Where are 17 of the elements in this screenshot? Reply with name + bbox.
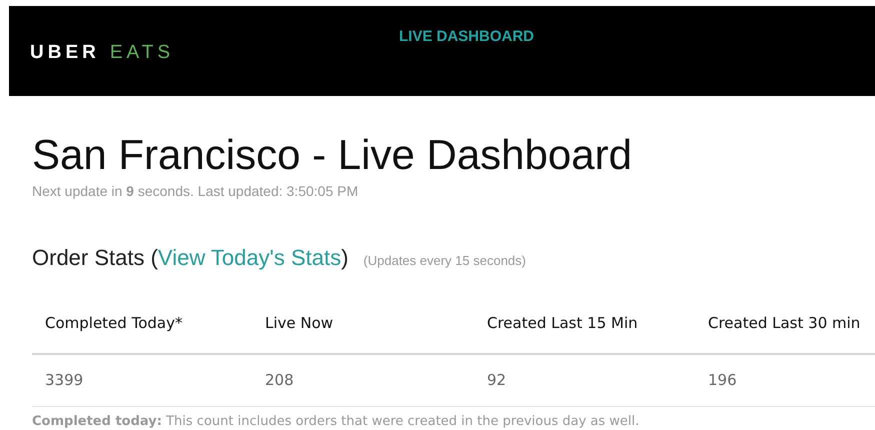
logo-text: UBER — [30, 41, 100, 65]
table-cell: 92 — [474, 354, 695, 406]
section-title: ) — [341, 244, 348, 272]
table-cell: 208 — [252, 354, 474, 406]
update-note: (Updates every 15 seconds) — [363, 252, 526, 270]
column-header: Live Now — [252, 296, 474, 354]
table-cell: 196 — [695, 354, 875, 406]
section-title: Order Stats ( — [32, 244, 158, 272]
column-header: Completed Today* — [32, 296, 252, 354]
logo-text: EATS — [110, 41, 174, 65]
update-status: Next update in 9 seconds. Last updated: 3:50:05 PM — [32, 182, 360, 201]
page-title: San Francisco - Live Dashboard — [32, 130, 633, 180]
table-cell: 3399 — [32, 354, 252, 406]
column-header: Created Last 15 Min — [474, 296, 695, 354]
column-header: Created Last 30 min — [695, 296, 875, 354]
footnote: Completed today: This count includes orders that were created in the previous day as well. — [32, 412, 640, 430]
nav-link[interactable]: LIVE DASHBOARD — [399, 26, 534, 48]
